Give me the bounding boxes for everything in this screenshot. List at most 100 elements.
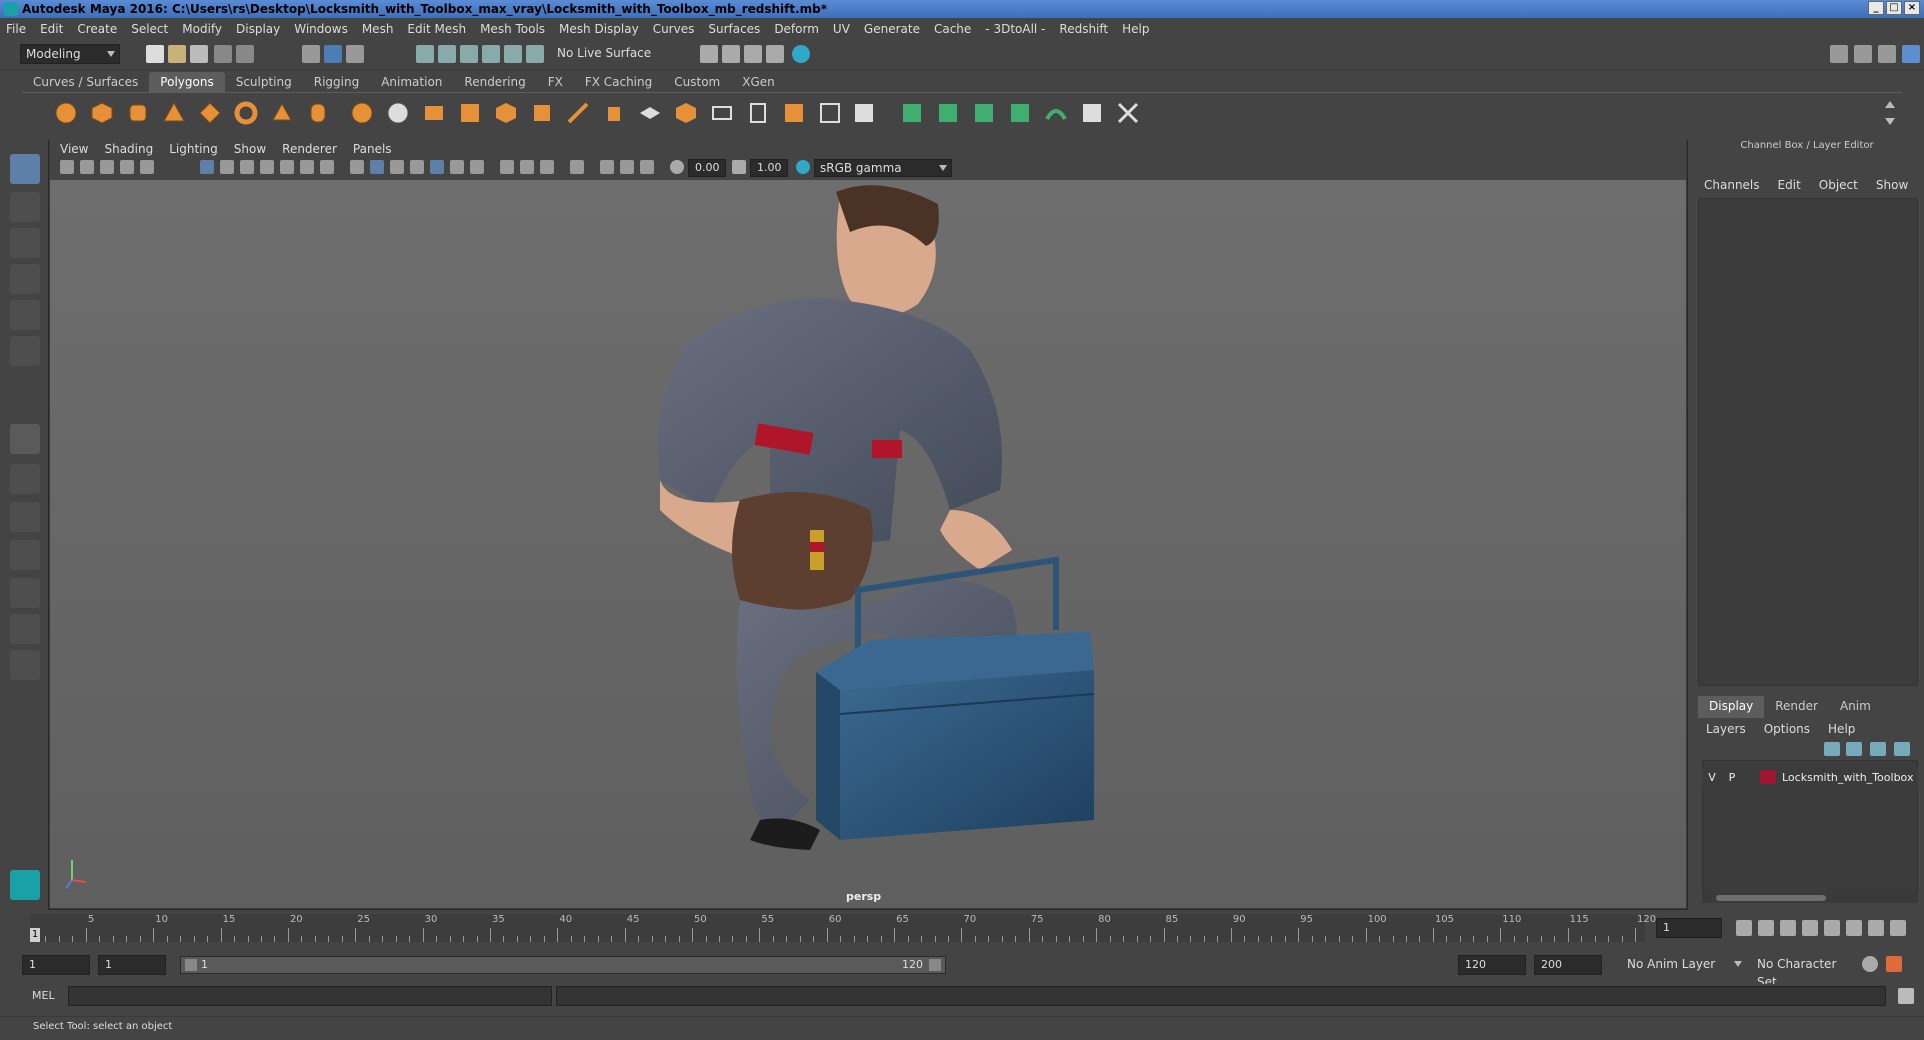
spherical-map-icon[interactable] [1008, 101, 1032, 125]
append-polygon-icon[interactable] [674, 101, 698, 125]
layer-playback-toggle[interactable]: P [1722, 771, 1742, 784]
delete-history-icon[interactable] [852, 101, 876, 125]
attribute-editor-icon[interactable] [1854, 45, 1872, 63]
extract-icon[interactable] [422, 101, 446, 125]
isolate-select-icon[interactable] [570, 160, 584, 174]
menu-edit[interactable]: Edit [40, 22, 63, 36]
depth-of-field-icon[interactable] [540, 160, 554, 174]
snap-point-icon[interactable] [460, 45, 478, 63]
snap-grid-icon[interactable] [416, 45, 434, 63]
script-editor-icon[interactable] [1898, 988, 1914, 1004]
scrollbar-thumb[interactable] [1716, 895, 1826, 901]
range-start-handle[interactable] [185, 959, 197, 971]
menu-redshift[interactable]: Redshift [1059, 22, 1108, 36]
target-weld-icon[interactable] [710, 101, 734, 125]
smooth-icon[interactable] [458, 101, 482, 125]
mirror-icon[interactable] [782, 101, 806, 125]
tab-xgen[interactable]: XGen [731, 72, 786, 92]
combine-icon[interactable] [350, 101, 374, 125]
tab-anim-layers[interactable]: Anim [1829, 696, 1882, 718]
poly-sphere-icon[interactable] [54, 101, 78, 125]
layer-horizontal-scrollbar[interactable] [1702, 893, 1918, 903]
step-forward-frame-icon[interactable] [1868, 920, 1884, 936]
menu-display[interactable]: Display [236, 22, 280, 36]
persp-outliner-layout-icon[interactable] [10, 502, 40, 532]
menu-select[interactable]: Select [131, 22, 168, 36]
anti-aliasing-icon[interactable] [520, 160, 534, 174]
poly-pyramid-icon[interactable] [270, 101, 294, 125]
tab-fx-caching[interactable]: FX Caching [574, 72, 663, 92]
menu-curves[interactable]: Curves [653, 22, 695, 36]
menu-file[interactable]: File [6, 22, 26, 36]
channel-menu-show[interactable]: Show [1876, 178, 1908, 192]
x-ray-icon[interactable] [600, 160, 614, 174]
poly-plane-icon[interactable] [198, 101, 222, 125]
layer-move-up-icon[interactable] [1824, 742, 1840, 756]
select-tool-icon[interactable] [10, 154, 40, 184]
smooth-shade-icon[interactable] [370, 160, 384, 174]
insert-edge-loop-icon[interactable] [638, 101, 662, 125]
save-scene-icon[interactable] [190, 45, 208, 63]
menu-deform[interactable]: Deform [774, 22, 819, 36]
character-set-dropdown[interactable]: No Character Set [1752, 955, 1852, 989]
persp-graph-layout-icon[interactable] [10, 540, 40, 570]
menu-mesh[interactable]: Mesh [362, 22, 394, 36]
grid-toggle-icon[interactable] [200, 160, 214, 174]
mode-dropdown[interactable]: Modeling [20, 44, 120, 64]
tab-rendering[interactable]: Rendering [453, 72, 536, 92]
lasso-tool-icon[interactable] [10, 192, 40, 222]
exposure-field[interactable]: 0.00 [688, 159, 726, 177]
range-end-handle[interactable] [929, 959, 941, 971]
resolution-gate-icon[interactable] [240, 160, 254, 174]
gamma-field[interactable]: 1.00 [750, 159, 788, 177]
panel-menu-shading[interactable]: Shading [104, 142, 153, 156]
maya-home-icon[interactable] [10, 870, 40, 900]
tab-fx[interactable]: FX [537, 72, 574, 92]
layer-menu-options[interactable]: Options [1764, 722, 1810, 736]
poly-cube-icon[interactable] [90, 101, 114, 125]
undo-icon[interactable] [214, 45, 232, 63]
playback-end-field[interactable]: 120 [1458, 955, 1526, 975]
tab-rigging[interactable]: Rigging [303, 72, 370, 92]
snap-view-plane-icon[interactable] [482, 45, 500, 63]
menu-mesh-display[interactable]: Mesh Display [559, 22, 639, 36]
anim-layer-dropdown[interactable]: No Anim Layer [1622, 955, 1746, 975]
current-frame-field[interactable]: 1 [1656, 918, 1722, 938]
use-all-lights-icon[interactable] [430, 160, 444, 174]
render-settings-icon[interactable] [766, 45, 784, 63]
camera-attributes-icon[interactable] [60, 160, 74, 174]
go-to-start-icon[interactable] [1736, 920, 1752, 936]
four-view-layout-icon[interactable] [10, 464, 40, 494]
layer-visibility-toggle[interactable]: V [1702, 771, 1722, 784]
safe-title-icon[interactable] [320, 160, 334, 174]
layer-move-down-icon[interactable] [1846, 742, 1862, 756]
open-scene-icon[interactable] [168, 45, 186, 63]
bridge-icon[interactable] [494, 101, 518, 125]
panel-menu-show[interactable]: Show [234, 142, 266, 156]
ipr-render-icon[interactable] [744, 45, 762, 63]
new-scene-icon[interactable] [146, 45, 164, 63]
poly-torus-icon[interactable] [234, 101, 258, 125]
tab-curves-surfaces[interactable]: Curves / Surfaces [22, 72, 149, 92]
shadows-icon[interactable] [450, 160, 464, 174]
maximize-button[interactable]: □ [1886, 1, 1902, 15]
layer-row[interactable]: V P Locksmith_with_Toolbox [1702, 768, 1918, 786]
menu-create[interactable]: Create [77, 22, 117, 36]
uv-editor-icon[interactable] [900, 101, 924, 125]
textured-icon[interactable] [410, 160, 424, 174]
select-object-icon[interactable] [324, 45, 342, 63]
close-button[interactable]: × [1904, 1, 1920, 15]
tab-animation[interactable]: Animation [370, 72, 453, 92]
paint-select-tool-icon[interactable] [10, 228, 40, 258]
auto-keyframe-icon[interactable] [1862, 956, 1878, 972]
color-space-dropdown[interactable]: sRGB gamma [814, 159, 952, 177]
menu-3dtoall[interactable]: - 3DtoAll - [985, 22, 1045, 36]
menu-surfaces[interactable]: Surfaces [708, 22, 760, 36]
channel-box-toggle-icon[interactable] [1902, 45, 1920, 63]
step-forward-key-icon[interactable] [1846, 920, 1862, 936]
select-hierarchy-icon[interactable] [302, 45, 320, 63]
tab-polygons[interactable]: Polygons [149, 72, 225, 92]
motion-blur-icon[interactable] [500, 160, 514, 174]
menu-windows[interactable]: Windows [294, 22, 348, 36]
auto-map-icon[interactable] [1044, 101, 1068, 125]
